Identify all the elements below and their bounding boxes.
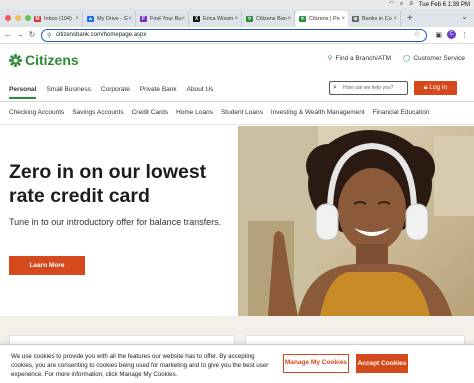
browser-menu-icon[interactable]: ⋮	[461, 31, 468, 39]
main-navigation: Personal Small Business Corporate Privat…	[9, 86, 213, 99]
close-tab-icon[interactable]: ×	[287, 11, 291, 27]
gmail-icon: M	[34, 16, 41, 22]
utility-links: ⚲ Find a Branch/ATM ◯ Customer Service	[328, 54, 465, 62]
new-tab-button[interactable]: +	[407, 11, 413, 27]
browser-tab[interactable]: ▲ My Drive - G ×	[83, 11, 136, 27]
manage-cookies-button[interactable]: Manage My Cookies	[283, 354, 349, 373]
browser-toolbar: ← → ↻ ⚲ citizensbank.com/homepage.aspx ☆…	[0, 27, 474, 44]
browser-tab[interactable]: ✲ Citizens Ban ×	[242, 11, 295, 27]
accept-cookies-button[interactable]: Accept Cookies	[356, 354, 408, 373]
tab-list: M Inbox (104) × ▲ My Drive - G × F Find Your Bu…	[30, 11, 401, 27]
menubar-clock[interactable]: Tue Feb 6 1:39 PM	[419, 2, 470, 8]
subnav-student-loans[interactable]: Student Loans	[221, 109, 263, 116]
search-icon[interactable]: ⌕	[400, 1, 403, 8]
nav-divider	[0, 101, 474, 102]
close-tab-icon[interactable]: ×	[393, 11, 397, 27]
bookmark-star-icon[interactable]: ☆	[414, 30, 420, 40]
system-menubar: ◠ ⌕ ≡ Tue Feb 6 1:39 PM	[0, 0, 474, 9]
hero-headline: Zero in on our lowest rate credit card	[9, 161, 207, 207]
wifi-icon[interactable]: ◠	[389, 1, 394, 8]
nav-personal[interactable]: Personal	[9, 86, 37, 99]
browser-tab[interactable]: X Erica Wissin ×	[189, 11, 242, 27]
close-tab-icon[interactable]: ×	[234, 11, 238, 27]
citizens-icon: ✲	[246, 16, 253, 22]
subnav-checking[interactable]: Checking Accounts	[9, 109, 64, 116]
address-bar[interactable]: ⚲ citizensbank.com/homepage.aspx ☆	[41, 29, 427, 42]
menubar-status-area: ◠ ⌕ ≡ Tue Feb 6 1:39 PM	[389, 1, 470, 8]
close-tab-icon[interactable]: ×	[128, 11, 132, 27]
browser-tab[interactable]: F Find Your Bu ×	[136, 11, 189, 27]
subnav-savings[interactable]: Savings Accounts	[72, 109, 123, 116]
tab-label: Banks in Co	[362, 16, 392, 22]
close-tab-icon[interactable]: ×	[181, 11, 185, 27]
browser-tab-strip: M Inbox (104) × ▲ My Drive - G × F Find Your Bu…	[0, 9, 474, 27]
find-branch-link[interactable]: ⚲ Find a Branch/ATM	[328, 54, 391, 62]
nav-about-us[interactable]: About Us	[187, 86, 214, 99]
brand-name: Citizens	[25, 52, 79, 68]
browser-tab[interactable]: M Inbox (104) ×	[30, 11, 83, 27]
address-url: citizensbank.com/homepage.aspx	[56, 32, 147, 38]
subnav-home-loans[interactable]: Home Loans	[176, 109, 213, 116]
sub-navigation: Checking Accounts Savings Accounts Credi…	[9, 109, 429, 116]
control-center-icon[interactable]: ≡	[409, 1, 413, 8]
reload-button[interactable]: ↻	[27, 30, 37, 39]
search-icon: ⌕	[333, 84, 337, 91]
login-label: Log in	[429, 84, 447, 91]
close-tab-icon[interactable]: ×	[75, 11, 79, 27]
nav-small-business[interactable]: Small Business	[46, 86, 90, 99]
minimize-window-button[interactable]	[15, 15, 21, 21]
profile-avatar[interactable]: C	[447, 30, 456, 39]
find-icon: F	[140, 16, 147, 22]
subnav-divider	[0, 124, 474, 125]
customer-service-link[interactable]: ◯ Customer Service	[403, 54, 465, 62]
nav-corporate[interactable]: Corporate	[101, 86, 130, 99]
subnav-investing[interactable]: Investing & Wealth Management	[271, 109, 365, 116]
cookie-banner: We use cookies to provide you with all t…	[0, 344, 474, 383]
side-panel-icon[interactable]: ▣	[435, 31, 442, 39]
citizens-mark-icon	[9, 53, 22, 67]
customer-service-label: Customer Service	[413, 55, 465, 62]
cookie-message: We use cookies to provide you with all t…	[11, 353, 269, 378]
tab-label: My Drive - G	[97, 16, 128, 22]
tab-label: Find Your Bu	[150, 16, 182, 22]
site-info-icon[interactable]: ⚲	[47, 31, 51, 41]
generic-icon: ◉	[352, 16, 359, 22]
login-button[interactable]: 🔒︎ Log in	[414, 81, 457, 95]
nav-private-bank[interactable]: Private Bank	[140, 86, 177, 99]
tab-label: Citizens Ban	[256, 16, 287, 22]
lock-icon: 🔒︎	[424, 84, 428, 91]
subnav-financial-education[interactable]: Financial Education	[373, 109, 430, 116]
drive-icon: ▲	[87, 16, 94, 22]
window-controls	[5, 15, 31, 21]
close-tab-icon[interactable]: ×	[341, 11, 345, 27]
close-window-button[interactable]	[5, 15, 11, 21]
tab-label: Erica Wissin	[203, 16, 234, 22]
subnav-credit-cards[interactable]: Credit Cards	[132, 109, 168, 116]
search-placeholder: How can we help you?	[343, 85, 394, 91]
hero-text-panel: Zero in on our lowest rate credit card T…	[0, 126, 238, 316]
x-icon: X	[193, 16, 200, 22]
hero-photo	[238, 126, 474, 316]
browser-tab[interactable]: ✲ Citizens | Pe ×	[295, 11, 348, 27]
learn-more-button[interactable]: Learn More	[9, 256, 85, 275]
hero-subhead: Tune in to our introductory offer for ba…	[9, 217, 222, 227]
woman-with-headphones-illustration	[238, 126, 474, 316]
site-search-input[interactable]: ⌕ How can we help you?	[329, 81, 408, 95]
citizens-logo[interactable]: Citizens	[9, 52, 79, 68]
tab-search-icon[interactable]: ⌄	[461, 12, 468, 21]
location-pin-icon: ⚲	[327, 55, 333, 62]
forward-button[interactable]: →	[15, 30, 25, 39]
back-button[interactable]: ←	[3, 30, 13, 39]
tab-label: Citizens | Pe	[309, 16, 340, 22]
tab-label: Inbox (104)	[44, 16, 72, 22]
web-page: Citizens ⚲ Find a Branch/ATM ◯ Customer Se…	[0, 44, 474, 383]
citizens-icon: ✲	[299, 16, 306, 22]
find-branch-label: Find a Branch/ATM	[335, 55, 392, 62]
toolbar-actions: ▣ C ⋮	[435, 30, 468, 39]
chat-bubble-icon: ◯	[403, 55, 411, 62]
browser-tab[interactable]: ◉ Banks in Co ×	[348, 11, 401, 27]
